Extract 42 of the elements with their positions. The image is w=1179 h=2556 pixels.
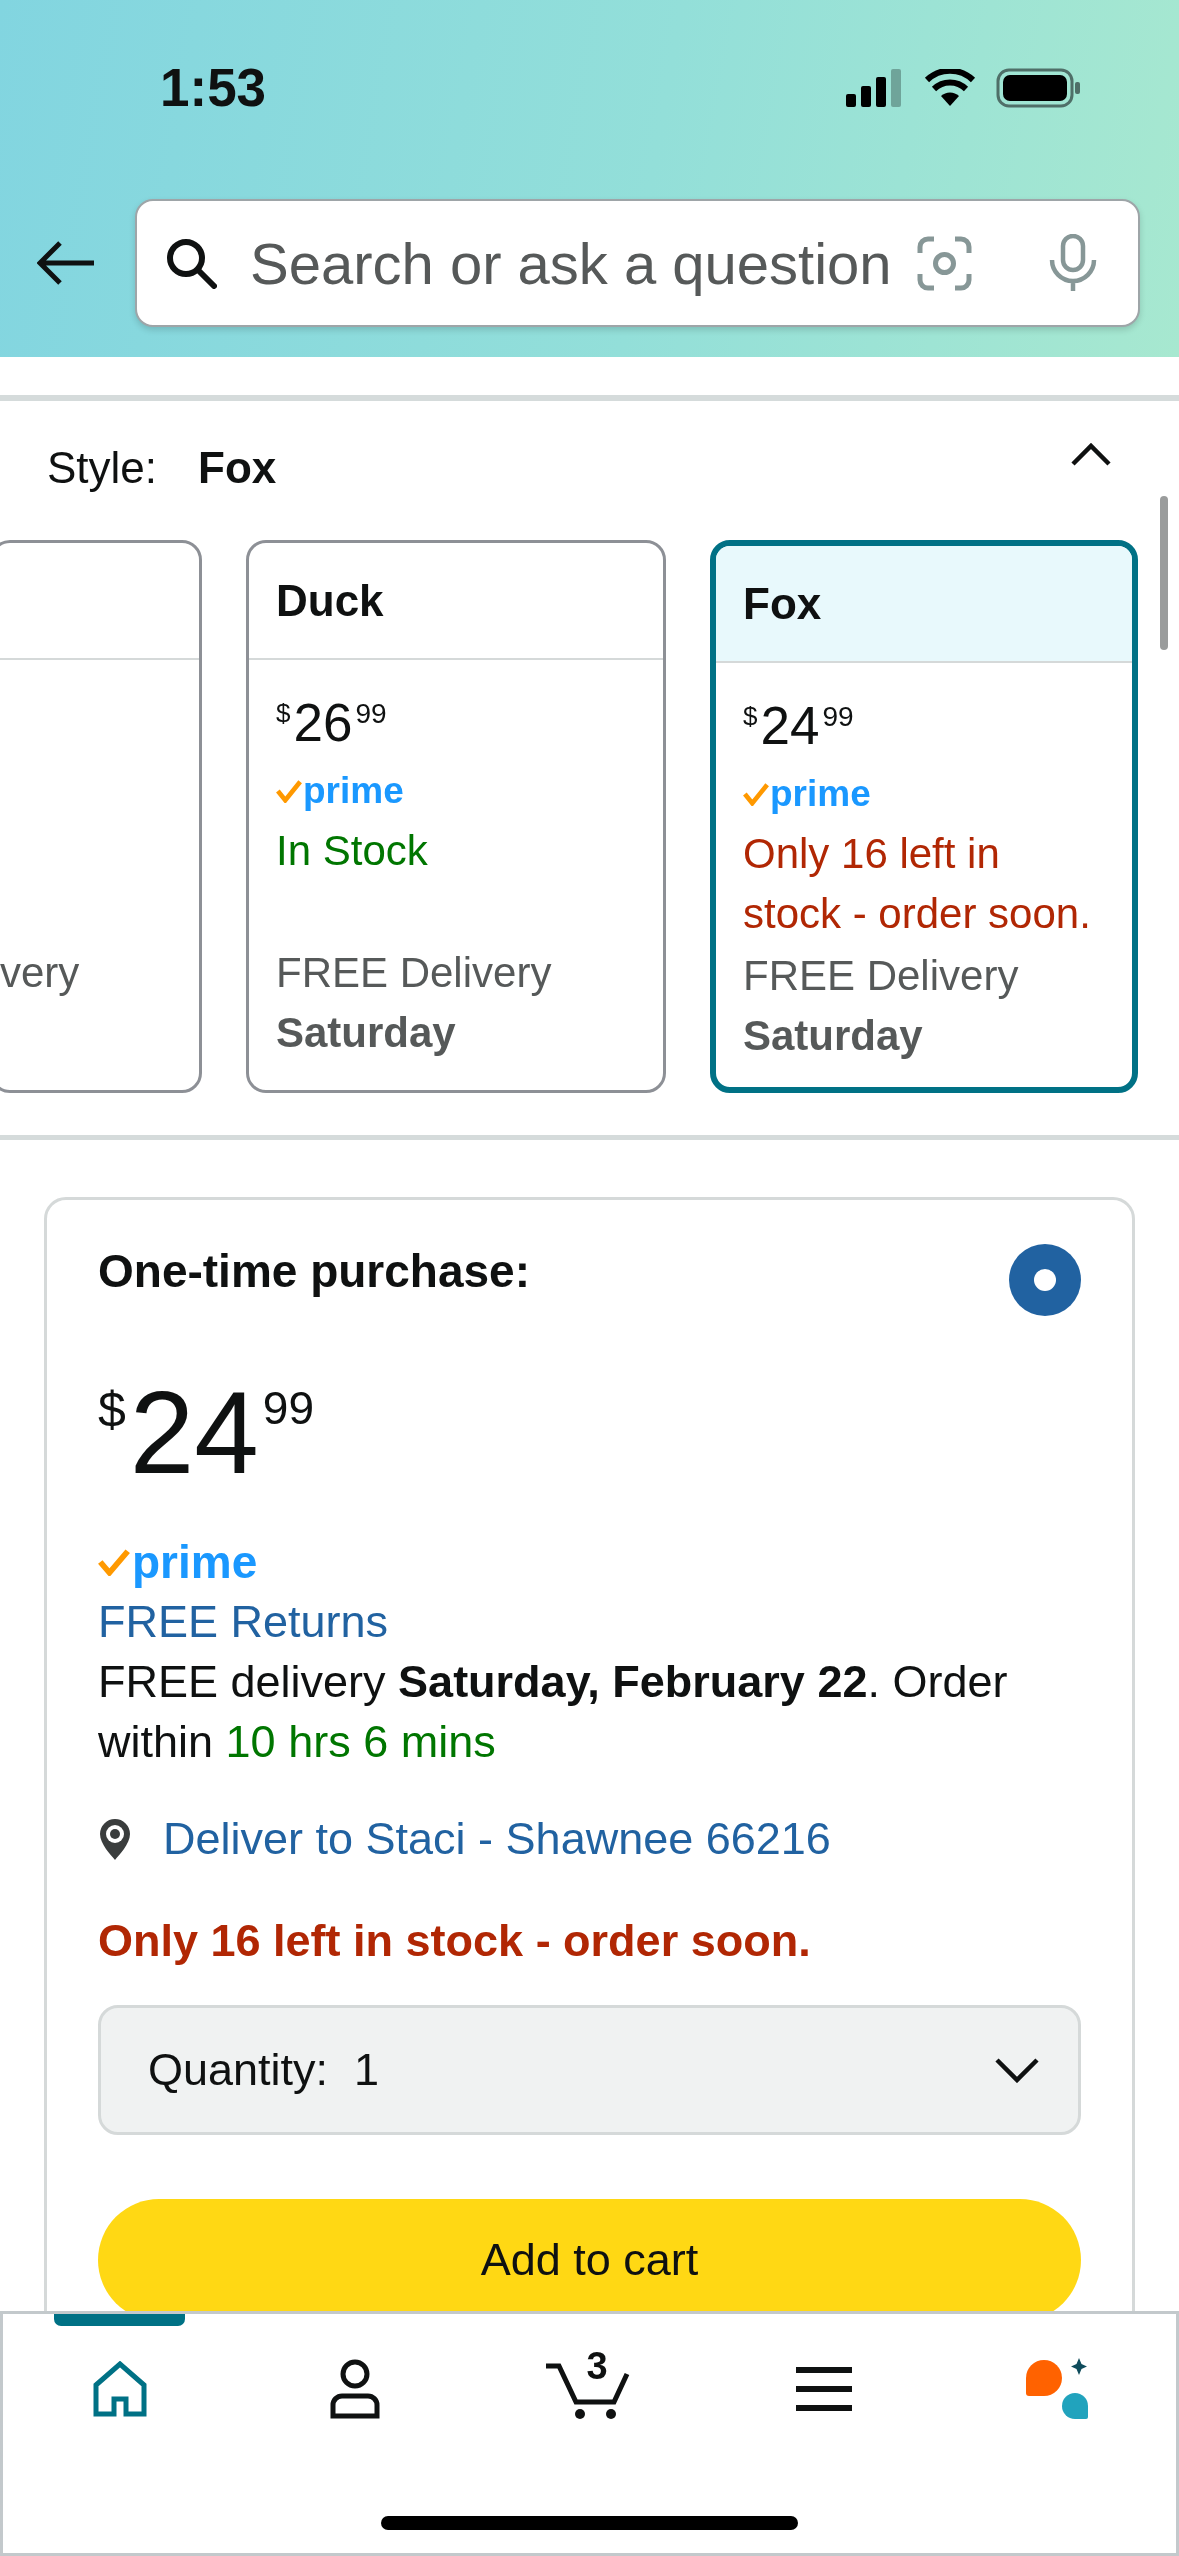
cart-tab[interactable]: 3	[472, 2314, 707, 2464]
clock-time: 1:53	[160, 58, 267, 118]
check-icon	[98, 1548, 130, 1576]
check-icon	[743, 781, 769, 806]
add-to-cart-button[interactable]: Add to cart	[98, 2199, 1081, 2311]
prime-logo: prime	[303, 769, 404, 813]
prime-logo: prime	[770, 772, 871, 816]
stock-status: In Stock	[276, 826, 428, 876]
menu-icon	[796, 2367, 853, 2411]
style-name: Fox	[743, 577, 822, 630]
wifi-icon	[924, 69, 976, 107]
free-returns-link[interactable]: FREE Returns	[98, 1592, 389, 1652]
style-label: Style:	[47, 442, 158, 494]
delivery-text: FREE Delivery	[743, 952, 1019, 999]
delivery-day: Saturday	[276, 1009, 456, 1056]
scan-frame-icon[interactable]	[917, 235, 972, 291]
caret-icon[interactable]	[1070, 441, 1112, 467]
delivery-text: FREE Delivery	[276, 949, 552, 996]
purchase-option-title: One-time purchase:	[98, 1244, 530, 1298]
search-icon	[165, 237, 217, 289]
radio-button[interactable]	[1009, 1244, 1081, 1316]
location-pin-icon	[98, 1817, 132, 1861]
battery-icon	[996, 68, 1082, 108]
home-icon	[92, 2361, 149, 2417]
quantity-dropdown[interactable]: Quantity: 1	[98, 2005, 1081, 2135]
check-icon	[276, 778, 302, 803]
left-arrow-icon[interactable]	[37, 240, 95, 286]
stock-warning: Only 16 left in stock - order soon.	[98, 1914, 812, 1968]
style-option-card[interactable]: very	[0, 540, 202, 1093]
style-name: Duck	[276, 574, 384, 627]
search-bar[interactable]: Search or ask a question	[135, 199, 1140, 327]
delivery-info: FREE delivery Saturday, February 22. Order within 10 hrs 6 mins	[98, 1655, 1009, 1769]
deliver-to-link[interactable]: Deliver to Staci - Shawnee 66216	[163, 1809, 831, 1869]
chevron-down-icon	[994, 2057, 1040, 2083]
delivery-day: Saturday	[743, 1012, 923, 1059]
search-input[interactable]: Search or ask a question	[250, 229, 911, 297]
stock-status: Only 16 left in stock - order soon.	[743, 829, 1092, 939]
signal-icon	[846, 69, 904, 107]
prime-logo: prime	[132, 1538, 258, 1586]
delivery-text: very	[0, 949, 80, 996]
microphone-icon[interactable]	[1048, 234, 1098, 292]
selected-style: Fox	[198, 442, 277, 494]
